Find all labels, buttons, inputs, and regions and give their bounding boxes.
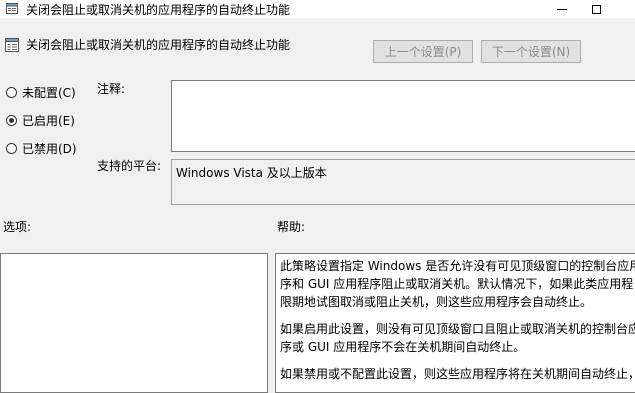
radio-disabled[interactable]: 已禁用(D) (6, 140, 77, 157)
help-label: 帮助: (277, 220, 306, 234)
radio-label: 未配置(C) (22, 86, 76, 100)
previous-setting-button[interactable]: 上一个设置(P) (373, 40, 473, 63)
help-line: 如果启用此设置，则没有可见顶级窗口且阻止或取消关机的控制台应 (280, 322, 635, 336)
help-paragraph: 此策略设置指定 Windows 是否允许没有可见顶级窗口的控制台应用 序和 GU… (280, 257, 635, 311)
comment-label: 注释: (97, 82, 126, 96)
help-panel[interactable]: 此策略设置指定 Windows 是否允许没有可见顶级窗口的控制台应用 序和 GU… (275, 253, 635, 393)
radio-label: 已禁用(D) (22, 142, 77, 156)
help-line: 限期地试图取消或阻止关机，则这些应用程序会自动终止。 (280, 295, 593, 309)
maximize-button[interactable] (579, 0, 613, 18)
help-paragraph: 如果启用此设置，则没有可见顶级窗口且阻止或取消关机的控制台应 序或 GUI 应用… (280, 320, 635, 356)
options-label: 选项: (3, 220, 32, 234)
next-setting-button[interactable]: 下一个设置(N) (481, 40, 581, 63)
policy-setting-icon (5, 38, 19, 52)
comment-input[interactable] (171, 80, 635, 152)
radio-button[interactable] (6, 115, 17, 126)
policy-window-icon (6, 3, 18, 14)
platform-value: Windows Vista 及以上版本 (176, 166, 327, 180)
radio-enabled[interactable]: 已启用(E) (6, 112, 75, 129)
help-line: 序和 GUI 应用程序阻止或取消关机。默认情况下，如果此类应用程 (280, 277, 634, 291)
help-paragraph: 如果禁用或不配置此设置，则这些应用程序将在关机期间自动终止， (280, 365, 635, 383)
window-title: 关闭会阻止或取消关机的应用程序的自动终止功能 (26, 3, 291, 17)
policy-title: 关闭会阻止或取消关机的应用程序的自动终止功能 (26, 38, 291, 52)
options-panel (0, 253, 268, 393)
radio-button[interactable] (6, 143, 17, 154)
minimize-button[interactable] (545, 0, 579, 18)
help-line: 序或 GUI 应用程序不会在关机期间自动终止。 (280, 340, 526, 354)
platform-label: 支持的平台: (97, 159, 162, 173)
maximize-icon (591, 4, 601, 14)
radio-button[interactable] (6, 87, 17, 98)
minimize-icon (557, 8, 567, 10)
radio-not-configured[interactable]: 未配置(C) (6, 84, 76, 101)
help-line: 此策略设置指定 Windows 是否允许没有可见顶级窗口的控制台应用 (280, 259, 635, 273)
help-line: 如果禁用或不配置此设置，则这些应用程序将在关机期间自动终止， (280, 367, 635, 381)
radio-label: 已启用(E) (22, 114, 75, 128)
